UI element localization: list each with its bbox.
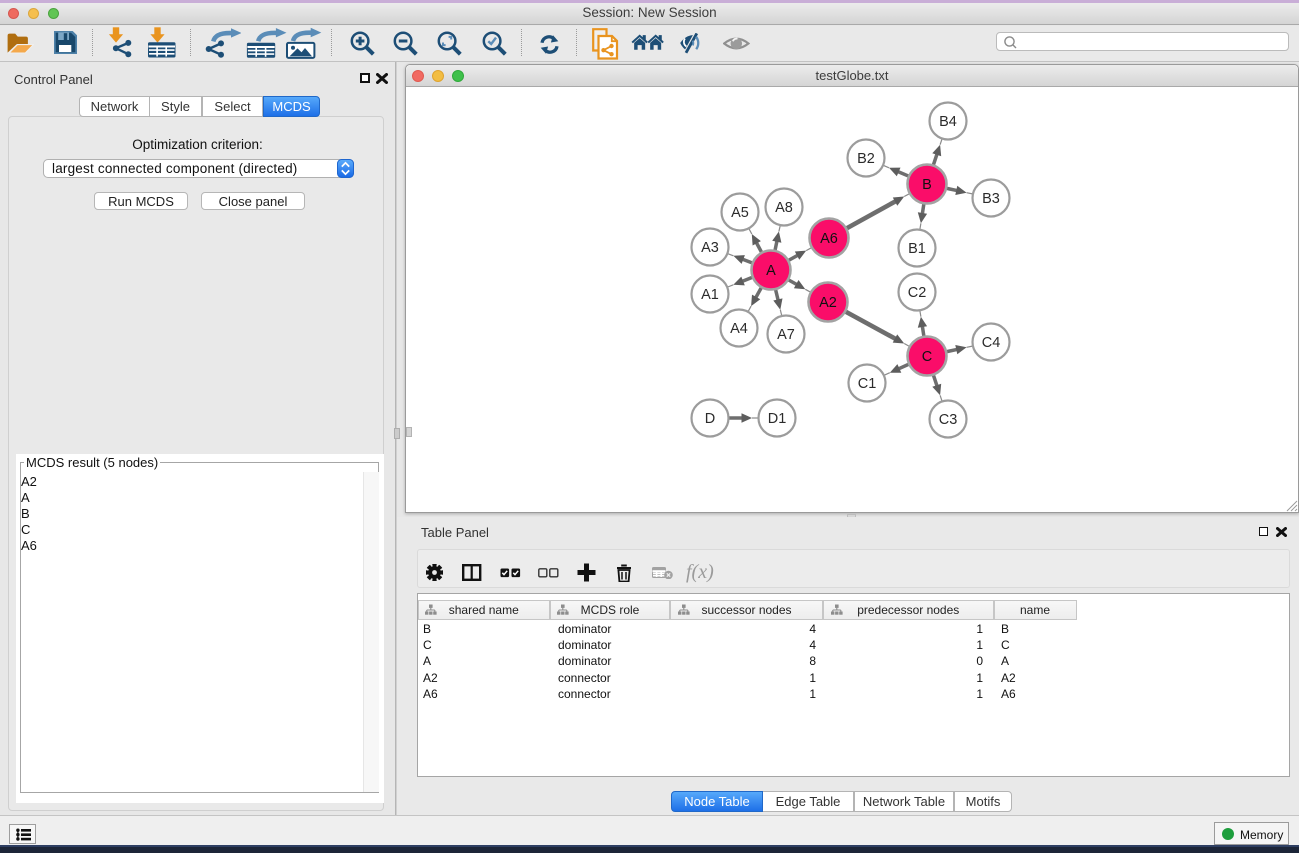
svg-text:C1: C1 (858, 376, 877, 392)
svg-text:A1: A1 (701, 287, 719, 303)
svg-text:B2: B2 (857, 151, 875, 167)
svg-text:A2: A2 (819, 295, 837, 311)
svg-text:A6: A6 (820, 231, 838, 247)
svg-text:A: A (766, 263, 776, 279)
svg-text:C2: C2 (908, 285, 927, 301)
svg-text:A8: A8 (775, 200, 793, 216)
svg-text:D1: D1 (768, 411, 787, 427)
svg-text:B: B (922, 177, 932, 193)
svg-text:C4: C4 (982, 335, 1001, 351)
svg-text:B4: B4 (939, 114, 957, 130)
svg-text:C: C (922, 349, 932, 365)
svg-text:A4: A4 (730, 321, 748, 337)
svg-text:A7: A7 (777, 327, 795, 343)
svg-text:D: D (705, 411, 715, 427)
svg-text:B3: B3 (982, 191, 1000, 207)
svg-text:B1: B1 (908, 241, 926, 257)
svg-text:C3: C3 (939, 412, 958, 428)
svg-text:A5: A5 (731, 205, 749, 221)
svg-text:A3: A3 (701, 240, 719, 256)
